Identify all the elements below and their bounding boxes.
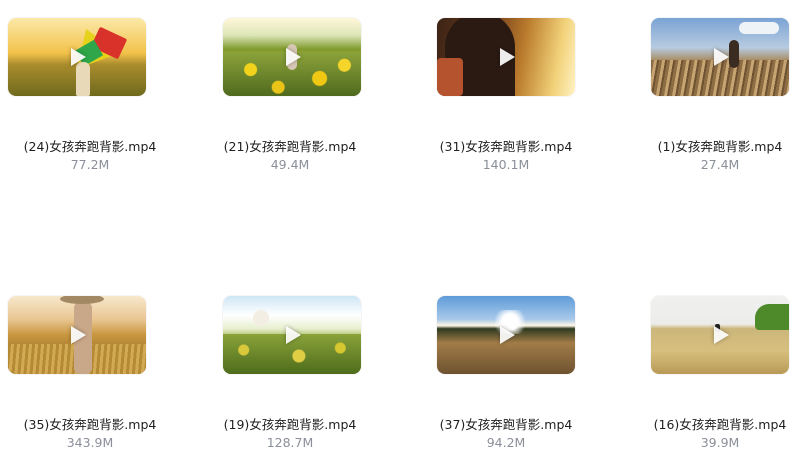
play-icon[interactable] xyxy=(714,48,729,66)
video-filename[interactable]: (19)女孩奔跑背影.mp4 xyxy=(200,414,380,433)
video-filename[interactable]: (31)女孩奔跑背影.mp4 xyxy=(416,136,596,155)
video-filename[interactable]: (16)女孩奔跑背影.mp4 xyxy=(630,414,800,433)
play-icon[interactable] xyxy=(71,48,86,66)
play-icon[interactable] xyxy=(286,326,301,344)
video-filename[interactable]: (1)女孩奔跑背影.mp4 xyxy=(630,136,800,155)
video-thumbnail[interactable] xyxy=(437,18,575,96)
video-filesize: 77.2M xyxy=(70,157,110,172)
video-card[interactable]: (21)女孩奔跑背影.mp4 49.4M xyxy=(200,0,380,180)
video-thumbnail[interactable] xyxy=(651,18,789,96)
video-card[interactable]: (16)女孩奔跑背影.mp4 39.9M xyxy=(630,278,800,458)
video-thumbnail[interactable] xyxy=(223,18,361,96)
video-thumbnail[interactable] xyxy=(8,296,146,374)
video-thumbnail[interactable] xyxy=(223,296,361,374)
video-thumbnail[interactable] xyxy=(437,296,575,374)
play-icon[interactable] xyxy=(714,326,729,344)
video-card[interactable]: (37)女孩奔跑背影.mp4 94.2M xyxy=(416,278,596,458)
video-filesize: 27.4M xyxy=(700,157,740,172)
video-filesize: 343.9M xyxy=(66,435,114,450)
video-filename[interactable]: (37)女孩奔跑背影.mp4 xyxy=(416,414,596,433)
video-filename[interactable]: (24)女孩奔跑背影.mp4 xyxy=(0,136,180,155)
play-icon[interactable] xyxy=(500,48,515,66)
video-card[interactable]: (19)女孩奔跑背影.mp4 128.7M xyxy=(200,278,380,458)
video-filesize: 94.2M xyxy=(486,435,526,450)
play-icon[interactable] xyxy=(500,326,515,344)
video-thumbnail[interactable] xyxy=(651,296,789,374)
video-thumbnail[interactable] xyxy=(8,18,146,96)
video-filesize: 49.4M xyxy=(270,157,310,172)
video-filesize: 140.1M xyxy=(482,157,530,172)
video-card[interactable]: (24)女孩奔跑背影.mp4 77.2M xyxy=(0,0,180,180)
video-filesize: 39.9M xyxy=(700,435,740,450)
play-icon[interactable] xyxy=(71,326,86,344)
video-filename[interactable]: (35)女孩奔跑背影.mp4 xyxy=(0,414,180,433)
video-filename[interactable]: (21)女孩奔跑背影.mp4 xyxy=(200,136,380,155)
video-file-grid: (24)女孩奔跑背影.mp4 77.2M (21)女孩奔跑背影.mp4 49.4… xyxy=(0,0,800,476)
video-card[interactable]: (31)女孩奔跑背影.mp4 140.1M xyxy=(416,0,596,180)
video-filesize: 128.7M xyxy=(266,435,314,450)
play-icon[interactable] xyxy=(286,48,301,66)
video-card[interactable]: (1)女孩奔跑背影.mp4 27.4M xyxy=(630,0,800,180)
video-card[interactable]: (35)女孩奔跑背影.mp4 343.9M xyxy=(0,278,180,458)
